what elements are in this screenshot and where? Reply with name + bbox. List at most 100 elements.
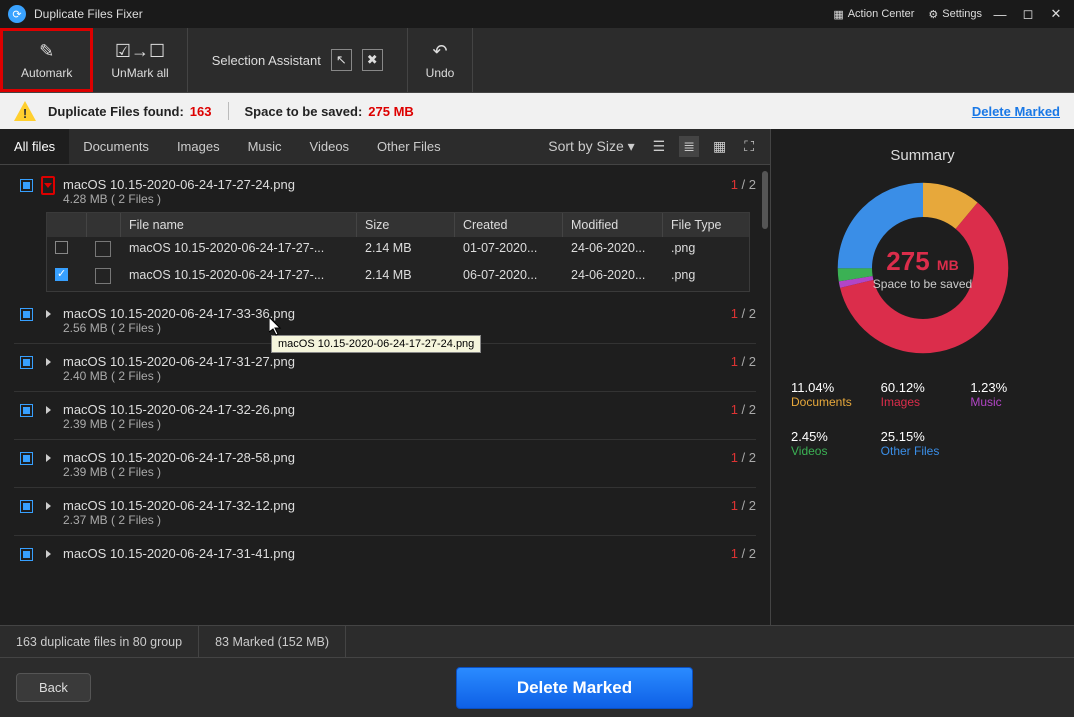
- scrollbar-thumb[interactable]: [762, 171, 768, 229]
- expand-toggle[interactable]: [41, 307, 55, 321]
- back-button[interactable]: Back: [16, 673, 91, 702]
- group-checkbox[interactable]: [20, 452, 33, 465]
- selection-assistant-button[interactable]: Selection Assistant ↖ ✖: [188, 28, 408, 92]
- col-created[interactable]: Created: [455, 213, 563, 237]
- donut-unit: MB: [937, 257, 959, 273]
- group-name: macOS 10.15-2020-06-24-17-32-26.png: [63, 402, 723, 417]
- undo-button[interactable]: ↶ Undo: [408, 28, 474, 92]
- file-type: .png: [663, 264, 749, 291]
- space-label: Space to be saved:: [245, 104, 363, 119]
- action-center-button[interactable]: ▦ Action Center: [833, 8, 914, 21]
- tab-images[interactable]: Images: [163, 129, 234, 164]
- group-row[interactable]: macOS 10.15-2020-06-24-17-32-12.png2.37 …: [0, 490, 770, 533]
- fullscreen-icon[interactable]: ⛶: [740, 136, 758, 157]
- file-row[interactable]: macOS 10.15-2020-06-24-17-27-...2.14 MB0…: [47, 237, 749, 264]
- stat-item: 2.45%Videos: [791, 429, 875, 458]
- group-count: 1 / 2: [731, 546, 756, 561]
- unmark-label: UnMark all: [111, 66, 168, 80]
- automark-button[interactable]: ✎ Automark: [0, 28, 93, 92]
- expand-toggle[interactable]: [41, 355, 55, 369]
- maximize-button[interactable]: ◻: [1018, 6, 1038, 22]
- tab-music[interactable]: Music: [234, 129, 296, 164]
- stat-percent: 60.12%: [881, 380, 965, 395]
- info-bar: ! Duplicate Files found: 163 Space to be…: [0, 93, 1074, 129]
- group-count: 1 / 2: [731, 177, 756, 192]
- group-name: macOS 10.15-2020-06-24-17-31-27.png: [63, 354, 723, 369]
- summary-stats: 11.04%Documents60.12%Images1.23%Music2.4…: [791, 380, 1054, 458]
- cursor-tool-icon: ↖: [331, 49, 352, 71]
- view-grid-icon[interactable]: ▦: [709, 136, 730, 157]
- group-row[interactable]: macOS 10.15-2020-06-24-17-28-58.png2.39 …: [0, 442, 770, 485]
- file-type-icon: [95, 241, 111, 257]
- group-checkbox[interactable]: [20, 500, 33, 513]
- expand-toggle[interactable]: [41, 547, 55, 561]
- expand-toggle[interactable]: [41, 451, 55, 465]
- expand-toggle[interactable]: [41, 403, 55, 417]
- summary-panel: Summary 275 MB Space to be saved 11.04%D…: [770, 129, 1074, 625]
- group-checkbox[interactable]: [20, 308, 33, 321]
- stat-percent: 1.23%: [970, 380, 1054, 395]
- stat-label: Other Files: [881, 444, 965, 458]
- chevron-down-icon: ▾: [628, 138, 635, 154]
- minimize-button[interactable]: —: [990, 7, 1010, 22]
- delete-marked-link[interactable]: Delete Marked: [972, 104, 1060, 119]
- space-value: 275 MB: [368, 104, 414, 119]
- view-list-icon[interactable]: ☰: [649, 136, 670, 157]
- file-checkbox[interactable]: [55, 268, 68, 281]
- settings-button[interactable]: ⚙ Settings: [928, 8, 982, 21]
- col-size[interactable]: Size: [357, 213, 455, 237]
- group-subtitle: 2.39 MB ( 2 Files ): [63, 465, 723, 479]
- filter-tabs: All files Documents Images Music Videos …: [0, 129, 770, 165]
- group-checkbox[interactable]: [20, 179, 33, 192]
- group-count: 1 / 2: [731, 306, 756, 321]
- tab-videos[interactable]: Videos: [296, 129, 364, 164]
- group-checkbox[interactable]: [20, 404, 33, 417]
- file-name: macOS 10.15-2020-06-24-17-27-...: [121, 264, 357, 291]
- file-list-panel: All files Documents Images Music Videos …: [0, 129, 770, 625]
- group-checkbox[interactable]: [20, 548, 33, 561]
- group-row[interactable]: macOS 10.15-2020-06-24-17-27-24.png4.28 …: [0, 169, 770, 212]
- bottom-bar: Back Delete Marked: [0, 657, 1074, 717]
- stat-item: 25.15%Other Files: [881, 429, 965, 458]
- main-toolbar: ✎ Automark ☑→☐ UnMark all Selection Assi…: [0, 28, 1074, 93]
- group-subtitle: 4.28 MB ( 2 Files ): [63, 192, 723, 206]
- status-marked-count: 83 Marked (152 MB): [199, 626, 346, 657]
- tab-other-files[interactable]: Other Files: [363, 129, 455, 164]
- file-modified: 24-06-2020...: [563, 264, 663, 291]
- donut-subtitle: Space to be saved: [873, 277, 972, 291]
- unmark-all-button[interactable]: ☑→☐ UnMark all: [93, 28, 187, 92]
- summary-donut-chart: 275 MB Space to be saved: [833, 178, 1013, 358]
- divider: [228, 102, 229, 120]
- selection-assistant-label: Selection Assistant: [212, 53, 321, 68]
- group-expanded-table: File nameSizeCreatedModifiedFile Typemac…: [46, 212, 750, 292]
- undo-icon: ↶: [432, 41, 447, 62]
- file-checkbox[interactable]: [55, 241, 68, 254]
- stat-item: 1.23%Music: [970, 380, 1054, 409]
- group-checkbox[interactable]: [20, 356, 33, 369]
- expand-toggle[interactable]: [41, 499, 55, 513]
- col-filetype[interactable]: File Type: [663, 213, 749, 237]
- file-row[interactable]: macOS 10.15-2020-06-24-17-27-...2.14 MB0…: [47, 264, 749, 291]
- delete-marked-button[interactable]: Delete Marked: [456, 667, 693, 709]
- automark-label: Automark: [21, 66, 72, 80]
- group-count: 1 / 2: [731, 354, 756, 369]
- group-row[interactable]: macOS 10.15-2020-06-24-17-32-26.png2.39 …: [0, 394, 770, 437]
- close-button[interactable]: ✕: [1046, 6, 1066, 22]
- view-details-icon[interactable]: ≣: [679, 136, 699, 157]
- expand-toggle[interactable]: [41, 178, 55, 192]
- group-name: macOS 10.15-2020-06-24-17-33-36.png: [63, 306, 723, 321]
- file-created: 06-07-2020...: [455, 264, 563, 291]
- file-size: 2.14 MB: [357, 264, 455, 291]
- tab-documents[interactable]: Documents: [69, 129, 163, 164]
- stat-label: Images: [881, 395, 965, 409]
- status-bar: 163 duplicate files in 80 group 83 Marke…: [0, 625, 1074, 657]
- group-name: macOS 10.15-2020-06-24-17-31-41.png: [63, 546, 723, 561]
- warning-icon: !: [14, 101, 36, 121]
- col-filename[interactable]: File name: [121, 213, 357, 237]
- tab-all-files[interactable]: All files: [0, 129, 69, 164]
- group-row[interactable]: macOS 10.15-2020-06-24-17-31-41.png 1 / 2: [0, 538, 770, 567]
- sort-dropdown[interactable]: Sort by Size ▾: [544, 136, 638, 157]
- col-modified[interactable]: Modified: [563, 213, 663, 237]
- stat-percent: 11.04%: [791, 380, 875, 395]
- file-created: 01-07-2020...: [455, 237, 563, 264]
